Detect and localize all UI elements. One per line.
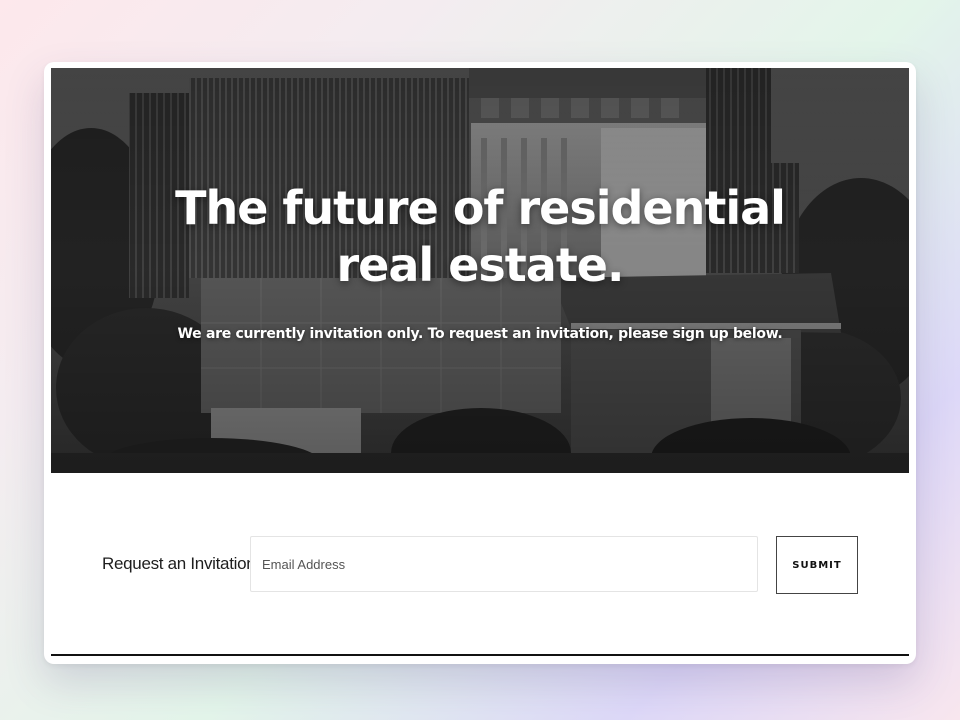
hero-title-line-2: real estate. xyxy=(336,237,625,292)
hero-title: The future of residential real estate. xyxy=(51,180,909,293)
hero-title-line-1: The future of residential xyxy=(175,181,786,235)
bottom-divider xyxy=(51,654,909,656)
email-input[interactable] xyxy=(250,536,758,592)
hero-subtitle: We are currently invitation only. To req… xyxy=(177,326,783,342)
hero-banner: The future of residential real estate. W… xyxy=(51,68,909,473)
main-card: The future of residential real estate. W… xyxy=(44,62,916,664)
invitation-label: Request an Invitation xyxy=(102,554,256,573)
submit-button[interactable]: SUBMIT xyxy=(776,536,858,594)
invitation-form: Request an Invitation SUBMIT xyxy=(44,536,916,594)
